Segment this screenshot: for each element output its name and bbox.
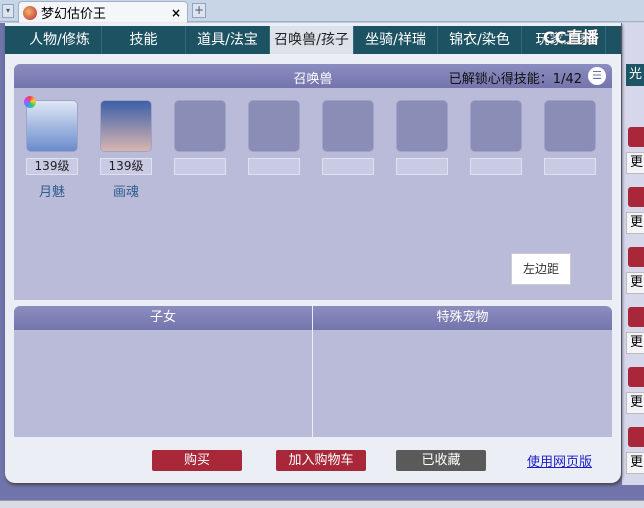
pet-level: 139级 bbox=[100, 158, 152, 175]
right-buy-button[interactable] bbox=[628, 127, 644, 147]
gem-icon bbox=[24, 96, 36, 108]
special-pets-header: 特殊宠物 bbox=[313, 306, 612, 330]
app-icon bbox=[23, 5, 37, 20]
pet-level bbox=[396, 158, 448, 175]
tab-5[interactable]: 锦衣/染色 bbox=[438, 26, 522, 54]
close-icon[interactable]: × bbox=[171, 6, 181, 20]
watermark: CC直播 bbox=[543, 28, 599, 47]
tab-1[interactable]: 技能 bbox=[102, 26, 186, 54]
children-list bbox=[14, 330, 312, 437]
right-buy-button[interactable] bbox=[628, 187, 644, 207]
empty-pet-slot[interactable] bbox=[544, 100, 596, 152]
right-more-button[interactable]: 更 bbox=[626, 152, 644, 174]
tab-0[interactable]: 人物/修炼 bbox=[18, 26, 102, 54]
right-buy-button[interactable] bbox=[628, 367, 644, 387]
right-buy-button[interactable] bbox=[628, 247, 644, 267]
browser-tab[interactable]: 梦幻估价王 × bbox=[18, 1, 188, 23]
empty-pet-slot[interactable] bbox=[174, 100, 226, 152]
web-version-link[interactable]: 使用网页版 bbox=[527, 451, 592, 470]
children-header: 子女 bbox=[14, 306, 312, 330]
right-buy-button[interactable] bbox=[628, 307, 644, 327]
tab-3[interactable]: 召唤兽/孩子 bbox=[270, 26, 354, 54]
empty-pet-slot[interactable] bbox=[322, 100, 374, 152]
right-more-button[interactable]: 更 bbox=[626, 392, 644, 414]
pet-level bbox=[174, 158, 226, 175]
favorited-button[interactable]: 已收藏 bbox=[396, 450, 486, 471]
right-buy-button[interactable] bbox=[628, 427, 644, 447]
right-more-button[interactable]: 更 bbox=[626, 272, 644, 294]
pet-avatar[interactable] bbox=[26, 100, 78, 152]
browser-tab-title: 梦幻估价王 bbox=[41, 7, 107, 22]
pets-header: 召唤兽 已解锁心得技能：1/42 ☰ bbox=[14, 64, 612, 88]
pet-level bbox=[470, 158, 522, 175]
status-bar bbox=[0, 500, 644, 508]
pet-level bbox=[248, 158, 300, 175]
nav-tabs: 人物/修炼 技能 道具/法宝 召唤兽/孩子 坐骑/祥瑞 锦衣/染色 玩家之家 bbox=[5, 26, 621, 54]
list-icon[interactable]: ☰ bbox=[588, 67, 606, 85]
buy-button[interactable]: 购买 bbox=[152, 450, 242, 471]
pet-name[interactable]: 画魂 bbox=[100, 181, 152, 200]
right-more-button[interactable]: 更 bbox=[626, 332, 644, 354]
empty-pet-slot[interactable] bbox=[470, 100, 522, 152]
pet-level: 139级 bbox=[26, 158, 78, 175]
add-to-cart-button[interactable]: 加入购物车 bbox=[276, 450, 366, 471]
pet-level bbox=[322, 158, 374, 175]
right-top-button[interactable]: 光 bbox=[626, 64, 644, 86]
tab-menu-button[interactable]: ▾ bbox=[2, 4, 14, 18]
tab-2[interactable]: 道具/法宝 bbox=[186, 26, 270, 54]
empty-pet-slot[interactable] bbox=[248, 100, 300, 152]
special-pets-list bbox=[313, 330, 612, 437]
right-more-button[interactable]: 更 bbox=[626, 212, 644, 234]
tab-4[interactable]: 坐骑/祥瑞 bbox=[354, 26, 438, 54]
unlocked-skills: 已解锁心得技能：1/42 bbox=[448, 72, 582, 87]
tooltip: 左边距 bbox=[511, 253, 571, 285]
new-tab-button[interactable]: + bbox=[192, 3, 206, 18]
empty-pet-slot[interactable] bbox=[396, 100, 448, 152]
pet-level bbox=[544, 158, 596, 175]
pet-name[interactable]: 月魅 bbox=[26, 181, 78, 200]
right-more-button[interactable]: 更 bbox=[626, 452, 644, 474]
pet-avatar[interactable] bbox=[100, 100, 152, 152]
